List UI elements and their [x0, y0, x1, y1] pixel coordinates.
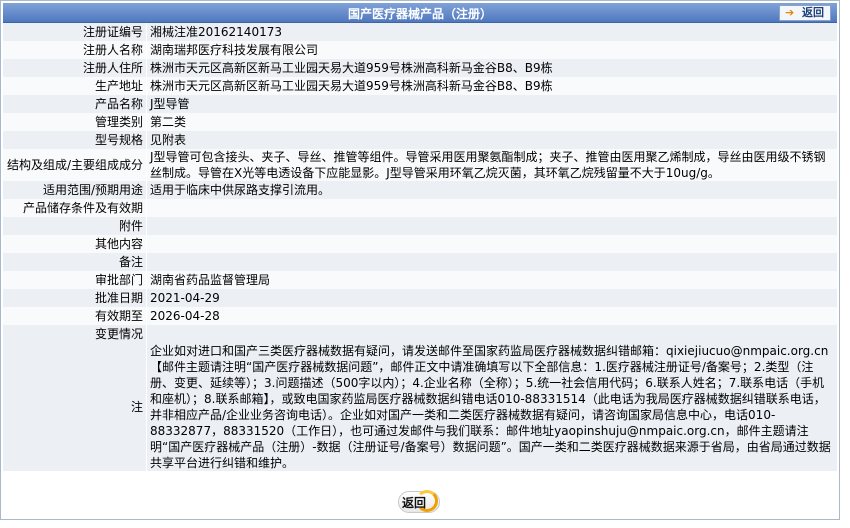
table-row: 批准日期 2021-04-29 — [3, 289, 837, 307]
row-label: 备注 — [3, 253, 147, 271]
table-row: 注册人名称 湖南瑞邦医疗科技发展有限公司 — [3, 41, 837, 59]
row-label: 适用范围/预期用途 — [3, 181, 147, 199]
row-label: 批准日期 — [3, 289, 147, 307]
product-info-table: 注册证编号 湘械注准20162140173 注册人名称 湖南瑞邦医疗科技发展有限公司注… — [3, 23, 837, 471]
row-label: 产品名称 — [3, 95, 147, 113]
row-value: J型导管可包含接头、夹子、导丝、推管等组件。导管采用医用聚氨酯制成；夹子、推管由… — [146, 149, 837, 181]
row-label: 产品储存条件及有效期 — [3, 199, 147, 217]
row-value — [146, 199, 837, 217]
row-value — [146, 235, 837, 253]
row-value — [146, 217, 837, 235]
table-row: 适用范围/预期用途 适用于临床中供尿路支撑引流用。 — [3, 181, 837, 199]
table-row: 备注 — [3, 253, 837, 271]
table-row: 注册证编号 湘械注准20162140173 — [3, 23, 837, 41]
page-title: 国产医疗器械产品（注册） — [347, 7, 492, 21]
row-label: 注册证编号 — [3, 23, 147, 41]
back-button-label: 返回 — [802, 6, 824, 19]
note-text: 企业如对进口和国产三类医疗器械数据有疑问，请发送邮件至国家药监局医疗器械数据纠错… — [146, 343, 837, 471]
table-row: 变更情况 — [3, 325, 837, 343]
row-label: 有效期至 — [3, 307, 147, 325]
table-row: 型号规格 见附表 — [3, 131, 837, 149]
page-frame: 国产医疗器械产品（注册） ➔ 返回 注册证编号 湘械注准20162140173 注册… — [0, 0, 840, 520]
row-value — [146, 325, 837, 343]
row-label: 管理类别 — [3, 113, 147, 131]
row-value: 株洲市天元区高新区新马工业园天易大道959号株洲高科新马金谷B8、B9栋 — [146, 77, 837, 95]
row-label: 生产地址 — [3, 77, 147, 95]
table-row: 产品名称 J型导管 — [3, 95, 837, 113]
table-row: 管理类别 第二类 — [3, 113, 837, 131]
row-label: 变更情况 — [3, 325, 147, 343]
row-value: J型导管 — [146, 95, 837, 113]
back-button-top[interactable]: ➔ 返回 — [779, 5, 831, 21]
row-label: 注册人住所 — [3, 59, 147, 77]
row-label: 附件 — [3, 217, 147, 235]
back-button-bottom[interactable]: 返回 — [398, 490, 440, 513]
row-value: 株洲市天元区高新区新马工业园天易大道959号株洲高科新马金谷B8、B9栋 — [146, 59, 837, 77]
row-value: 湖南省药品监督管理局 — [146, 271, 837, 289]
table-row-note: 注 企业如对进口和国产三类医疗器械数据有疑问，请发送邮件至国家药监局医疗器械数据… — [3, 343, 837, 471]
row-value: 第二类 — [146, 113, 837, 131]
table-row: 附件 — [3, 217, 837, 235]
title-bar: 国产医疗器械产品（注册） ➔ 返回 — [3, 3, 837, 23]
row-label: 型号规格 — [3, 131, 147, 149]
row-value: 2026-04-28 — [146, 307, 837, 325]
arrow-right-icon: ➔ — [785, 6, 795, 19]
row-value: 湖南瑞邦医疗科技发展有限公司 — [146, 41, 837, 59]
row-label: 审批部门 — [3, 271, 147, 289]
row-label: 注册人名称 — [3, 41, 147, 59]
table-row: 生产地址 株洲市天元区高新区新马工业园天易大道959号株洲高科新马金谷B8、B9栋 — [3, 77, 837, 95]
row-label: 结构及组成/主要组成成分 — [3, 149, 147, 181]
table-row: 有效期至 2026-04-28 — [3, 307, 837, 325]
table-row: 注册人住所 株洲市天元区高新区新马工业园天易大道959号株洲高科新马金谷B8、B9… — [3, 59, 837, 77]
table-row: 结构及组成/主要组成成分 J型导管可包含接头、夹子、导丝、推管等组件。导管采用医用… — [3, 149, 837, 181]
row-value — [146, 253, 837, 271]
table-row: 产品储存条件及有效期 — [3, 199, 837, 217]
row-label: 其他内容 — [3, 235, 147, 253]
row-value: 适用于临床中供尿路支撑引流用。 — [146, 181, 837, 199]
row-label-note: 注 — [3, 343, 147, 471]
row-value: 2021-04-29 — [146, 289, 837, 307]
row-value: 见附表 — [146, 131, 837, 149]
row-value: 湘械注准20162140173 — [146, 23, 837, 41]
table-row: 其他内容 — [3, 235, 837, 253]
back-button-bottom-label: 返回 — [402, 496, 427, 510]
table-row: 审批部门 湖南省药品监督管理局 — [3, 271, 837, 289]
